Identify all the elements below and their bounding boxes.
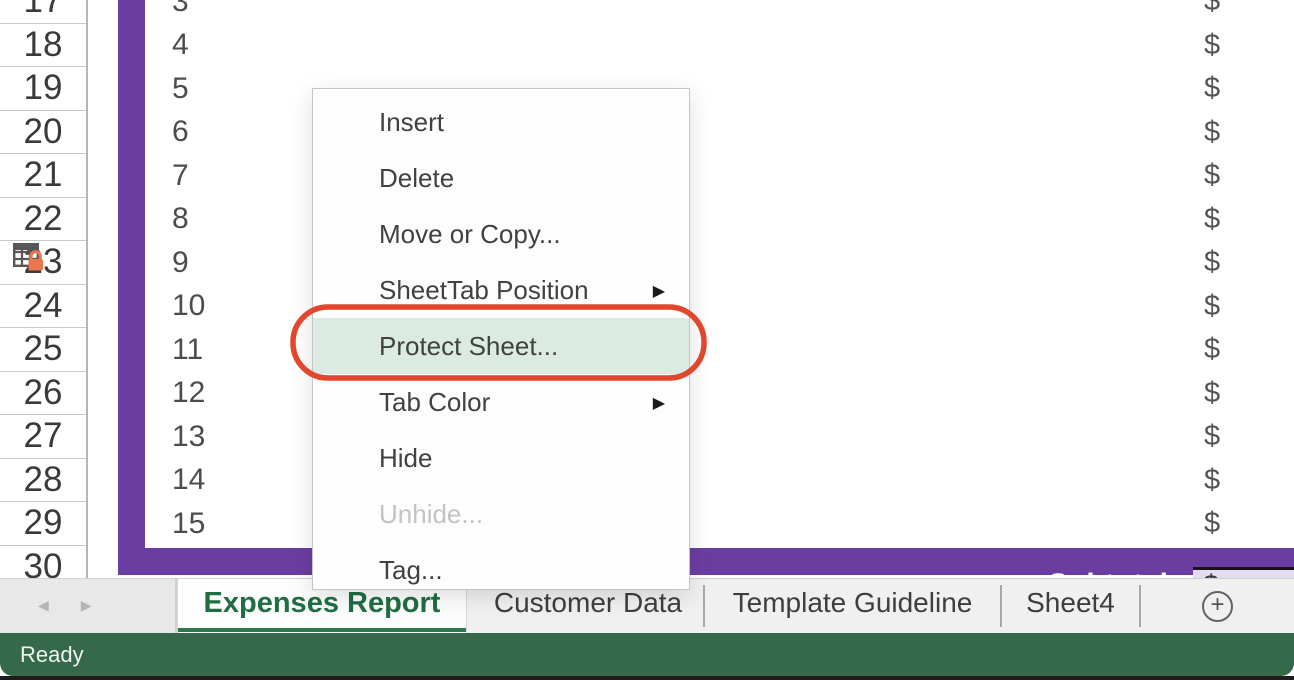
subtotal-row[interactable]: Subtotal xyxy=(118,548,1294,575)
row-header[interactable]: 24 xyxy=(0,285,86,329)
menu-item-label: Move or Copy... xyxy=(379,219,665,250)
row-header[interactable]: 18 xyxy=(0,24,86,68)
menu-item-label: Unhide... xyxy=(379,499,665,530)
cell-currency[interactable]: $ xyxy=(1204,459,1220,503)
cell-currency[interactable]: $ xyxy=(1204,111,1220,155)
cell-currency[interactable]: $ xyxy=(1204,328,1220,372)
row-header[interactable]: 21 xyxy=(0,154,86,198)
sheet-tab[interactable]: Sheet4 xyxy=(1002,579,1139,633)
subtotal-label: Subtotal xyxy=(1048,568,1168,575)
menu-item[interactable]: Insert xyxy=(313,94,689,150)
add-sheet-button[interactable]: + xyxy=(1141,579,1294,633)
cell-value[interactable]: 15 xyxy=(145,502,285,546)
cell-value[interactable]: 14 xyxy=(145,459,285,503)
menu-item-label: Delete xyxy=(379,163,665,194)
menu-item[interactable]: Protect Sheet... xyxy=(313,318,689,374)
row-header[interactable]: 28 xyxy=(0,459,86,503)
cell-currency[interactable]: $ xyxy=(1204,154,1220,198)
menu-item-label: SheetTab Position xyxy=(379,275,653,306)
submenu-arrow-icon: ▶ xyxy=(653,393,665,412)
row-header[interactable]: 20 xyxy=(0,111,86,155)
menu-item-label: Hide xyxy=(379,443,665,474)
menu-item[interactable]: Hide xyxy=(313,430,689,486)
menu-item-label: Tag... xyxy=(379,555,665,586)
currency-column: $ $ $ $ $ $ $ $ $ $ $ $ $ xyxy=(1204,0,1220,589)
sheet-tab-context-menu: Insert Delete Move or Copy... SheetTab P… xyxy=(312,88,690,590)
status-text: Ready xyxy=(20,642,84,668)
sheet-tab[interactable]: Template Guideline xyxy=(705,579,1000,633)
scroll-tabs-right-icon[interactable]: ▶ xyxy=(81,598,92,614)
cell-currency[interactable]: $ xyxy=(1204,372,1220,416)
cell-value[interactable]: 9 xyxy=(145,241,285,285)
cell-currency[interactable]: $ xyxy=(1204,0,1220,24)
cell-currency[interactable]: $ xyxy=(1204,67,1220,111)
tab-scroll-controls: ◀ ▶ xyxy=(0,579,177,633)
menu-item[interactable]: Move or Copy... xyxy=(313,206,689,262)
table-accent-border-vertical xyxy=(118,0,145,575)
protect-sheet-icon xyxy=(11,240,47,276)
cell-currency[interactable]: $ xyxy=(1204,24,1220,68)
cell-value[interactable]: 7 xyxy=(145,154,285,198)
menu-item[interactable]: Delete xyxy=(313,150,689,206)
subtotal-total-cell[interactable]: $ xyxy=(1193,567,1294,578)
active-tab-label: Expenses Report xyxy=(204,587,441,620)
row-header-column: 17 18 19 20 21 22 23 24 25 26 27 28 29 3… xyxy=(0,0,88,589)
window-bottom-edge xyxy=(0,676,1294,680)
number-column: 3 4 5 6 7 8 9 10 11 12 13 14 15 xyxy=(145,0,285,589)
cell-value[interactable]: 3 xyxy=(145,0,285,24)
active-tab-indicator xyxy=(178,628,466,632)
cell-currency[interactable]: $ xyxy=(1204,241,1220,285)
status-bar: Ready xyxy=(0,633,1294,676)
scroll-tabs-left-icon[interactable]: ◀ xyxy=(38,598,49,614)
row-header[interactable]: 17 xyxy=(0,0,86,24)
submenu-arrow-icon: ▶ xyxy=(653,281,665,300)
subtotal-currency: $ xyxy=(1203,570,1219,578)
add-sheet-icon: + xyxy=(1202,591,1233,622)
menu-item-label: Protect Sheet... xyxy=(379,331,665,362)
cell-value[interactable]: 13 xyxy=(145,415,285,459)
menu-item-label: Insert xyxy=(379,107,665,138)
menu-item[interactable]: Tag... xyxy=(313,542,689,590)
row-header[interactable]: 19 xyxy=(0,67,86,111)
row-header[interactable]: 26 xyxy=(0,372,86,416)
cell-value[interactable]: 4 xyxy=(145,24,285,68)
cell-currency[interactable]: $ xyxy=(1204,198,1220,242)
row-header[interactable]: 22 xyxy=(0,198,86,242)
cell-value[interactable]: 12 xyxy=(145,372,285,416)
cell-currency[interactable]: $ xyxy=(1204,502,1220,546)
row-header[interactable]: 25 xyxy=(0,328,86,372)
row-header[interactable]: 29 xyxy=(0,502,86,546)
menu-item[interactable]: SheetTab Position ▶ xyxy=(313,262,689,318)
cell-currency[interactable]: $ xyxy=(1204,285,1220,329)
cell-value[interactable]: 5 xyxy=(145,67,285,111)
menu-item[interactable]: Tab Color ▶ xyxy=(313,374,689,430)
cell-currency[interactable]: $ xyxy=(1204,415,1220,459)
excel-window: 17 18 19 20 21 22 23 24 25 26 27 28 29 3… xyxy=(0,0,1294,680)
menu-item[interactable]: Unhide... xyxy=(313,486,689,542)
cell-value[interactable]: 8 xyxy=(145,198,285,242)
row-header[interactable]: 27 xyxy=(0,415,86,459)
cell-value[interactable]: 10 xyxy=(145,285,285,329)
cell-value[interactable]: 6 xyxy=(145,111,285,155)
menu-item-label: Tab Color xyxy=(379,387,653,418)
cell-value[interactable]: 11 xyxy=(145,328,285,372)
